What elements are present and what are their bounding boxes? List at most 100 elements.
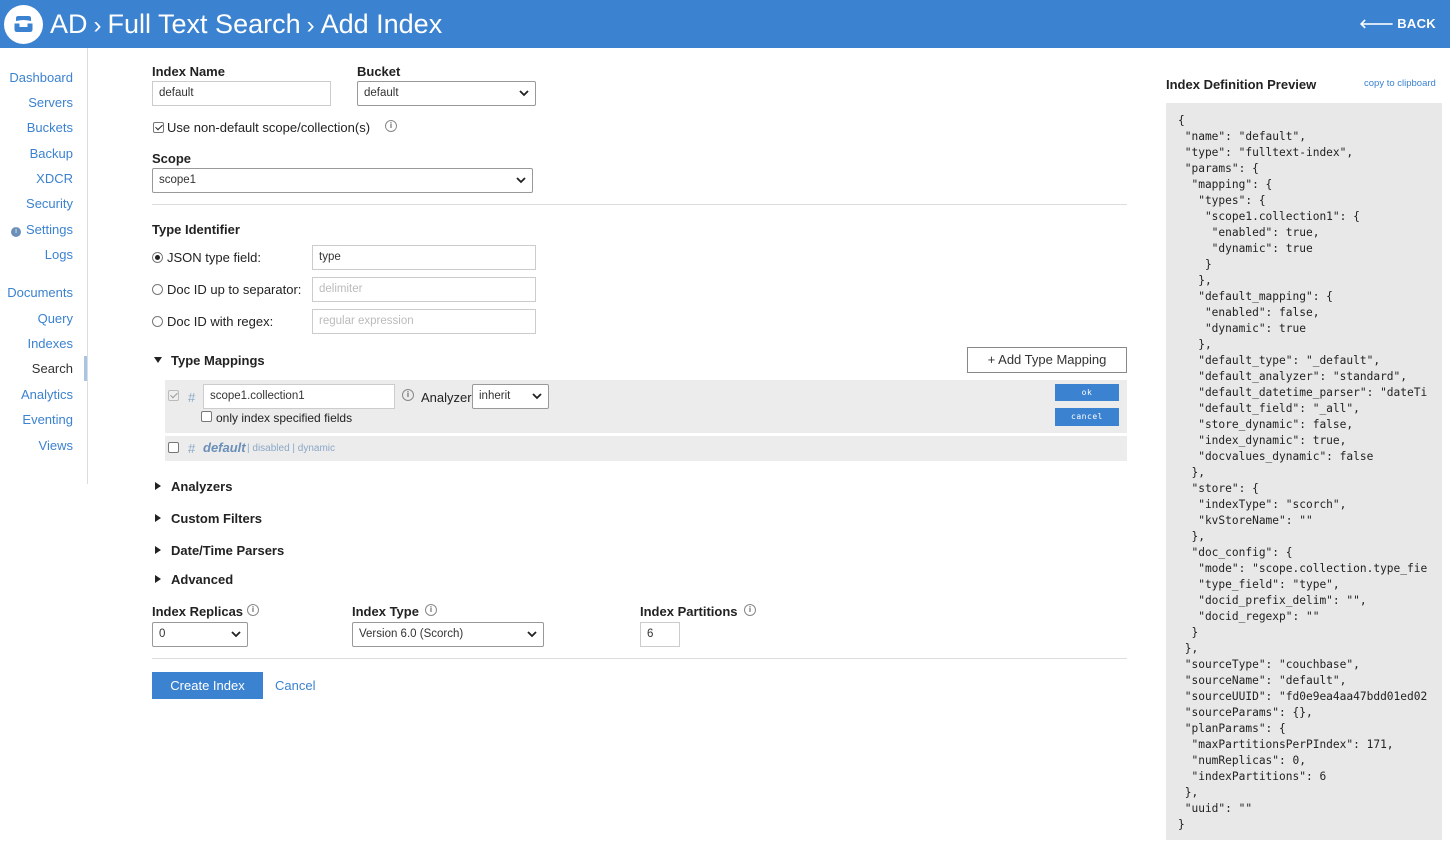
info-icon[interactable]: i [402,389,414,401]
docid-regex-radio[interactable] [152,316,163,327]
sidebar-item-servers[interactable]: Servers [28,95,73,110]
scope-label: Scope [152,151,192,166]
index-type-label: Index Type [352,604,419,619]
couchbase-logo-icon[interactable] [4,5,43,44]
chevron-down-icon [532,393,542,400]
add-type-mapping-button[interactable]: + Add Type Mapping [967,347,1127,373]
analyzer-select-value: inherit [479,390,511,402]
index-name-label: Index Name [152,64,225,79]
default-mapping-name[interactable]: default [203,440,246,455]
caret-right-icon[interactable] [155,514,161,522]
json-type-input[interactable]: type [312,245,536,270]
chevron-down-icon [527,631,537,638]
info-icon: i [11,227,22,237]
breadcrumb-add-index: Add Index [320,9,443,39]
info-icon[interactable]: i [385,120,397,132]
custom-filters-toggle[interactable]: Custom Filters [171,511,262,526]
type-identifier-label: Type Identifier [152,222,240,237]
divider [152,658,1127,659]
caret-right-icon[interactable] [155,575,161,583]
index-definition-json: { "name": "default", "type": "fulltext-i… [1178,114,1428,831]
analyzers-toggle[interactable]: Analyzers [171,479,232,494]
mapping-cancel-button[interactable]: cancel [1055,408,1119,426]
mapping-ok-button[interactable]: ok [1055,384,1119,401]
breadcrumb-full-text-search[interactable]: Full Text Search [108,9,301,39]
sidebar-item-indexes[interactable]: Indexes [27,336,73,351]
bucket-label: Bucket [357,64,401,79]
docid-separator-input[interactable]: delimiter [312,277,536,302]
only-index-specified-label: only index specified fields [216,411,353,425]
index-type-select[interactable]: Version 6.0 (Scorch) [352,622,544,647]
docid-separator-label: Doc ID up to separator: [167,282,302,297]
info-icon[interactable]: i [744,604,756,616]
hash-icon: # [188,441,196,456]
scope-select[interactable]: scope1 [152,168,533,193]
type-mappings-toggle[interactable]: Type Mappings [171,353,265,368]
sidebar-item-security[interactable]: Security [26,196,73,211]
preview-title: Index Definition Preview [1166,77,1317,92]
sidebar-item-settings-label: Settings [26,222,73,237]
index-partitions-input[interactable]: 6 [640,622,680,647]
advanced-toggle[interactable]: Advanced [171,572,233,587]
back-label: BACK [1397,16,1436,31]
sidebar-item-query[interactable]: Query [38,311,73,326]
analyzer-label: Analyzer: [421,390,476,405]
non-default-scope-checkbox[interactable] [153,122,164,133]
scope-select-value: scope1 [159,174,197,186]
default-mapping-checkbox[interactable] [168,442,179,453]
index-replicas-label: Index Replicas [152,604,244,619]
caret-right-icon[interactable] [155,546,161,554]
sidebar-item-documents[interactable]: Documents [7,285,73,300]
mapping-enabled-checkbox [168,390,179,401]
info-icon[interactable]: i [247,604,259,616]
chevron-down-icon [231,631,241,638]
sidebar-item-buckets[interactable]: Buckets [27,120,73,135]
docid-separator-radio[interactable] [152,284,163,295]
sidebar-item-views[interactable]: Views [39,438,73,453]
json-type-radio[interactable] [152,252,163,263]
breadcrumb-cluster[interactable]: AD [50,9,88,39]
docid-regex-input[interactable]: regular expression [312,309,536,334]
arrow-left-icon: 🡐 [1359,16,1395,31]
divider [152,204,1127,205]
sidebar-item-search[interactable]: Search [32,361,73,376]
only-index-specified-checkbox[interactable] [201,411,212,422]
index-replicas-value: 0 [159,628,166,640]
datetime-parsers-toggle[interactable]: Date/Time Parsers [171,543,284,558]
sidebar-item-settings[interactable]: i Settings [11,222,73,237]
copy-to-clipboard-link[interactable]: copy to clipboard [1364,78,1436,89]
info-icon[interactable]: i [425,604,437,616]
analyzer-select[interactable]: inherit [472,384,549,409]
cancel-link[interactable]: Cancel [275,678,315,693]
index-name-input[interactable]: default [152,81,331,106]
chevron-down-icon [516,177,526,184]
caret-down-icon[interactable] [154,357,162,363]
sidebar-item-analytics[interactable]: Analytics [21,387,73,402]
index-type-value: Version 6.0 (Scorch) [359,628,464,640]
index-partitions-label: Index Partitions [640,604,738,619]
json-type-label: JSON type field: [167,250,261,265]
sidebar-item-xdcr[interactable]: XDCR [36,171,73,186]
sidebar-active-indicator [84,356,87,381]
bucket-select-value: default [364,87,399,99]
docid-regex-label: Doc ID with regex: [167,314,274,329]
sidebar-item-logs[interactable]: Logs [45,247,73,262]
sidebar-item-backup[interactable]: Backup [30,146,73,161]
mapping-name-input[interactable]: scope1.collection1 [203,384,395,409]
index-replicas-select[interactable]: 0 [152,622,248,647]
create-index-button[interactable]: Create Index [152,672,263,699]
hash-icon: # [188,390,196,405]
sidebar-item-eventing[interactable]: Eventing [22,412,73,427]
caret-right-icon[interactable] [155,482,161,490]
breadcrumb-separator-icon: › [306,12,315,39]
index-definition-preview: { "name": "default", "type": "fulltext-i… [1166,103,1442,840]
breadcrumb: AD › Full Text Search › Add Index [50,6,442,44]
breadcrumb-separator-icon: › [93,12,102,39]
sidebar: Dashboard Servers Buckets Backup XDCR Se… [0,48,88,484]
top-header: AD › Full Text Search › Add Index 🡐 BACK [0,0,1450,48]
bucket-select[interactable]: default [357,81,536,106]
default-mapping-meta: | disabled | dynamic [247,443,336,454]
back-button[interactable]: 🡐 BACK [1359,16,1439,32]
sidebar-item-dashboard[interactable]: Dashboard [9,70,73,85]
non-default-scope-label: Use non-default scope/collection(s) [167,120,371,135]
